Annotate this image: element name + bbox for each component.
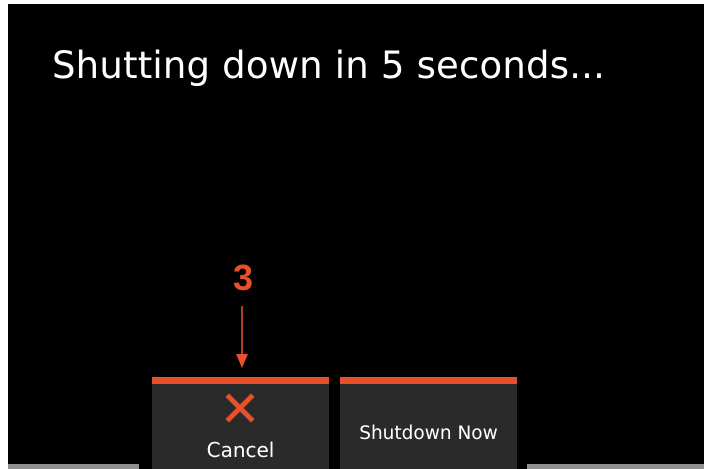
shutdown-now-label: Shutdown Now [359, 423, 498, 444]
bottom-softkey-bar-left [8, 464, 139, 469]
shutdown-screen: Shutting down in 5 seconds... 3 Cancel S… [8, 4, 704, 469]
shutdown-countdown-message: Shutting down in 5 seconds... [52, 44, 606, 87]
annotation-callout-number: 3 [232, 257, 254, 298]
close-icon [225, 393, 255, 423]
cancel-button[interactable]: Cancel [152, 377, 329, 469]
annotation-arrow-icon [236, 306, 248, 368]
bottom-softkey-bar-right [527, 464, 704, 469]
shutdown-now-button[interactable]: Shutdown Now [340, 377, 517, 469]
cancel-label: Cancel [206, 438, 275, 462]
